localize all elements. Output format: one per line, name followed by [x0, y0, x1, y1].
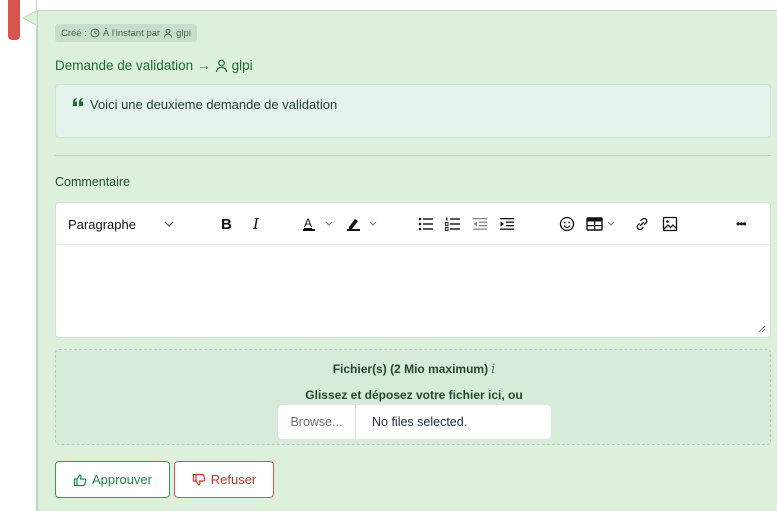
approve-label: Approuver [92, 472, 152, 487]
dropzone-title: Fichier(s) (2 Mio maximum) i [332, 362, 496, 377]
quote-icon [72, 97, 84, 107]
timeline-badge [8, 0, 20, 40]
editor-toolbar: Paragraphe B I A ••• [56, 203, 770, 245]
created-prefix: Créé : [61, 27, 87, 39]
browse-button[interactable]: Browse... [278, 405, 356, 439]
comment-label: Commentaire [55, 175, 131, 189]
bulleted-list-button[interactable] [418, 203, 434, 245]
text-color-icon: A [303, 216, 333, 231]
italic-button[interactable]: I [253, 203, 259, 245]
created-when: À l'instant par [102, 27, 161, 39]
file-input[interactable]: Browse... No files selected. [278, 405, 551, 439]
file-status-text: No files selected. [372, 415, 468, 429]
approve-button[interactable]: Approuver [55, 461, 170, 498]
file-dropzone[interactable]: Fichier(s) (2 Mio maximum) i Glissez et d… [55, 349, 771, 445]
emoji-button[interactable] [559, 203, 575, 245]
insert-table-button[interactable] [586, 203, 620, 245]
highlighter-icon [347, 219, 377, 231]
outdent-button[interactable] [472, 203, 488, 245]
refuse-label: Refuser [210, 472, 257, 487]
bulleted-list-icon [418, 217, 433, 231]
highlight-color-button[interactable] [346, 203, 386, 245]
refuse-button[interactable]: Refuser [174, 461, 274, 498]
emoji-icon [559, 216, 575, 232]
image-icon [662, 216, 678, 232]
user-icon [215, 59, 228, 73]
more-options-button[interactable]: ••• [736, 203, 747, 245]
quote-text: Voici une deuxieme demande de validation [90, 97, 338, 112]
numbered-list-icon [445, 217, 460, 231]
user-icon [163, 28, 173, 38]
paragraph-format-select[interactable]: Paragraphe [68, 203, 188, 245]
insert-image-button[interactable] [662, 203, 678, 245]
validation-comment-quote: Voici une deuxieme demande de validation [55, 84, 771, 138]
rich-text-editor: Paragraphe B I A ••• [55, 202, 771, 338]
created-info: Créé : À l'instant par glpi [55, 24, 197, 42]
table-icon [586, 217, 615, 231]
validation-request: Demande de validation → glpi [55, 58, 253, 73]
insert-link-button[interactable] [634, 203, 650, 245]
info-icon[interactable]: i [491, 362, 495, 377]
outdent-icon [473, 218, 487, 230]
svg-text:A: A [304, 216, 312, 230]
text-color-button[interactable]: A [302, 203, 342, 245]
bold-button[interactable]: B [221, 203, 232, 245]
validation-user[interactable]: glpi [232, 58, 253, 73]
created-user[interactable]: glpi [176, 28, 191, 39]
resize-handle-icon[interactable] [758, 325, 766, 333]
dropzone-subtitle: Glissez et déposez votre fichier ici, ou [305, 388, 523, 402]
indent-button[interactable] [499, 203, 515, 245]
clock-icon [90, 28, 100, 38]
indent-icon [500, 218, 514, 230]
thumbs-up-icon [73, 473, 87, 487]
editor-content-area[interactable] [56, 245, 770, 337]
link-icon [636, 217, 648, 231]
numbered-list-button[interactable] [445, 203, 461, 245]
chevron-down-icon [164, 221, 174, 227]
validation-label: Demande de validation [55, 58, 194, 73]
arrow-right-icon: → [197, 58, 211, 73]
thumbs-down-icon [192, 473, 206, 487]
section-divider [55, 155, 771, 156]
